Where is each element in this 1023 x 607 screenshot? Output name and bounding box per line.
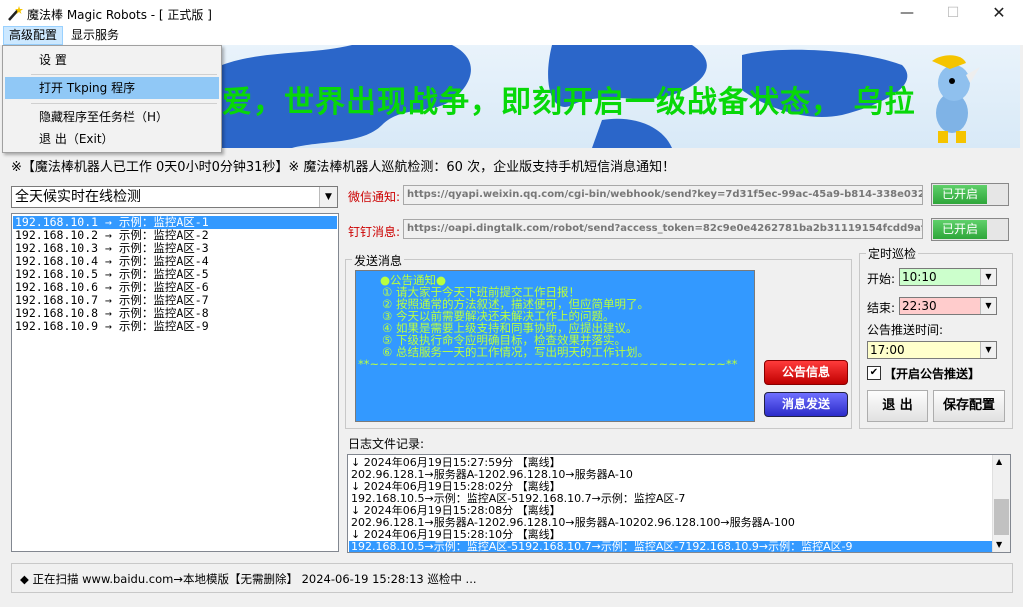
send-message-button[interactable]: 消息发送 bbox=[764, 392, 848, 417]
save-config-button[interactable]: 保存配置 bbox=[933, 390, 1005, 422]
work-status-text: ※【魔法棒机器人已工作 0天0小时0分钟31秒】※ 魔法棒机器人巡航检测：60 … bbox=[11, 160, 676, 175]
dingtalk-notify-label: 钉钉消息: bbox=[348, 225, 401, 239]
menu-item-open-tkping[interactable]: 打开 Tkping 程序 bbox=[5, 77, 219, 99]
log-label: 日志文件记录: bbox=[348, 437, 425, 451]
end-time-select[interactable]: 22:30 ▼ bbox=[899, 297, 997, 315]
scan-status-text: ◆ 正在扫描 www.baidu.com→本地模版【无需删除】 2024-06-… bbox=[20, 572, 477, 586]
log-list[interactable]: ↓ 2024年06月19日15:27:59分 【离线】 202.96.128.1… bbox=[347, 454, 1011, 553]
dingtalk-webhook-input[interactable]: https://oapi.dingtalk.com/robot/send?acc… bbox=[403, 219, 923, 239]
window-title: 魔法棒 Magic Robots - [ 正式版 ] bbox=[27, 8, 212, 22]
minimize-button[interactable]: — bbox=[884, 0, 930, 26]
advanced-config-dropdown: 设 置 打开 Tkping 程序 隐藏程序至任务栏（H） 退 出（Exit） bbox=[2, 45, 222, 153]
chevron-down-icon[interactable]: ▼ bbox=[980, 298, 996, 314]
close-button[interactable]: ✕ bbox=[976, 0, 1022, 26]
rhino-mascot-icon bbox=[932, 55, 980, 143]
banner: 爱，世界出现战争，即刻开启一级战备状态， 乌拉 bbox=[222, 45, 1020, 148]
wechat-notify-label: 微信通知: bbox=[348, 190, 401, 204]
wechat-webhook-input[interactable]: https://qyapi.weixin.qq.com/cgi-bin/webh… bbox=[403, 185, 923, 205]
wechat-toggle-label: 已开启 bbox=[933, 185, 987, 204]
magic-wand-icon bbox=[8, 6, 23, 21]
chevron-down-icon[interactable]: ▼ bbox=[996, 540, 1002, 549]
menu-item-exit[interactable]: 退 出（Exit） bbox=[5, 128, 219, 150]
push-time-value: 17:00 bbox=[870, 343, 905, 357]
log-scrollbar[interactable]: ▲ ▼ bbox=[992, 455, 1010, 552]
wechat-toggle[interactable]: 已开启 bbox=[931, 183, 1009, 206]
exit-button[interactable]: 退 出 bbox=[867, 390, 928, 422]
menu-show-service[interactable]: 显示服务 bbox=[66, 26, 124, 45]
start-time-value: 10:10 bbox=[902, 270, 937, 284]
push-time-select[interactable]: 17:00 ▼ bbox=[867, 341, 997, 359]
menu-advanced-config[interactable]: 高级配置 bbox=[3, 26, 64, 45]
title-bar: 魔法棒 Magic Robots - [ 正式版 ] — ☐ ✕ bbox=[0, 0, 1023, 27]
host-list-item[interactable]: 192.168.10.9 → 示例：监控A区-9 bbox=[13, 320, 337, 333]
message-textarea[interactable]: ●公告通知● ① 请大家于今天下班前提交工作日报！ ② 按照通常的方法叙述，描述… bbox=[355, 270, 755, 422]
chevron-down-icon[interactable]: ▼ bbox=[980, 269, 996, 285]
announce-info-button[interactable]: 公告信息 bbox=[764, 360, 848, 385]
menu-bar: 高级配置 显示服务 bbox=[0, 26, 1023, 45]
monitor-mode-select[interactable]: 全天候实时在线检测 ▼ bbox=[11, 186, 338, 208]
enable-push-label: 【开启公告推送】 bbox=[884, 367, 981, 381]
banner-scroll-text: 爱，世界出现战争，即刻开启一级战备状态， 乌拉 bbox=[222, 85, 916, 120]
push-time-label: 公告推送时间: bbox=[867, 323, 944, 337]
dingtalk-toggle[interactable]: 已开启 bbox=[931, 218, 1009, 241]
start-time-label: 开始: bbox=[867, 272, 896, 286]
start-time-select[interactable]: 10:10 ▼ bbox=[899, 268, 997, 286]
send-message-title: 发送消息 bbox=[352, 252, 405, 269]
message-line: **~~~~~~~~~~~~~~~~~~~~~~~~~~~~~~~~~~~~~*… bbox=[358, 357, 738, 371]
end-time-value: 22:30 bbox=[902, 299, 937, 313]
schedule-title: 定时巡检 bbox=[866, 245, 919, 262]
scrollbar-thumb[interactable] bbox=[994, 499, 1009, 535]
menu-separator bbox=[31, 103, 217, 104]
monitor-mode-value: 全天候实时在线检测 bbox=[15, 189, 141, 205]
chevron-down-icon[interactable]: ▼ bbox=[319, 187, 337, 207]
end-time-label: 结束: bbox=[867, 301, 896, 315]
menu-separator bbox=[31, 74, 217, 75]
bottom-status-bar: ◆ 正在扫描 www.baidu.com→本地模版【无需删除】 2024-06-… bbox=[11, 563, 1013, 593]
menu-item-settings[interactable]: 设 置 bbox=[5, 49, 219, 71]
chevron-up-icon[interactable]: ▲ bbox=[996, 457, 1002, 466]
menu-item-hide-to-taskbar[interactable]: 隐藏程序至任务栏（H） bbox=[5, 106, 219, 128]
log-line: 192.168.10.5→示例：监控A区-5192.168.10.7→示例：监控… bbox=[349, 541, 994, 552]
host-list[interactable]: 192.168.10.1 → 示例：监控A区-1 192.168.10.2 → … bbox=[11, 213, 339, 552]
enable-push-checkbox[interactable]: ✔ bbox=[867, 366, 881, 380]
dingtalk-toggle-label: 已开启 bbox=[933, 220, 987, 239]
maximize-button[interactable]: ☐ bbox=[930, 0, 976, 26]
chevron-down-icon[interactable]: ▼ bbox=[980, 342, 996, 358]
